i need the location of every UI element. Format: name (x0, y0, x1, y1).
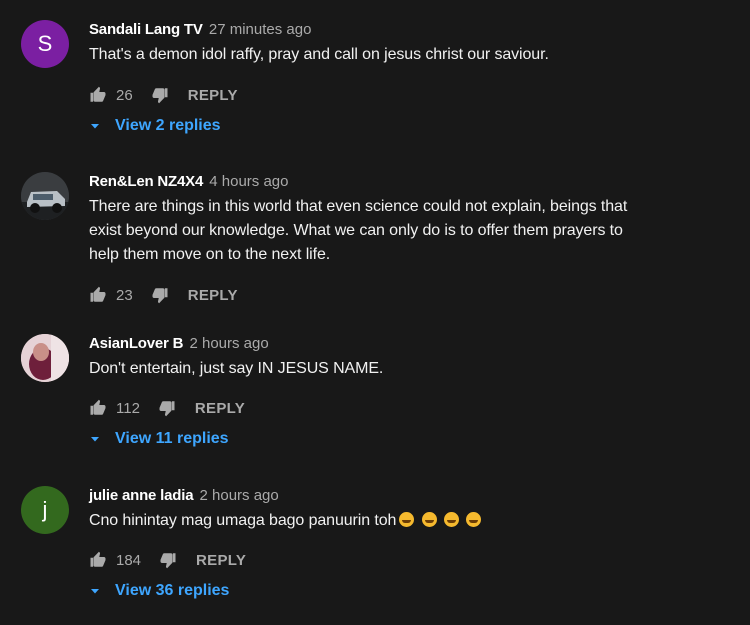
view-replies-button[interactable]: View 36 replies (89, 582, 229, 600)
thumbs-down-icon[interactable] (159, 551, 177, 569)
comment-text: That's a demon idol raffy, pray and call… (89, 43, 740, 67)
like-count: 184 (116, 551, 142, 569)
comment-actions: 112 REPLY (89, 396, 245, 420)
comment-text-line: help them move on to the next life. (89, 246, 331, 263)
thumbs-up-icon[interactable] (89, 399, 107, 417)
reply-button[interactable]: REPLY (196, 552, 246, 569)
thumbs-up-icon[interactable] (89, 86, 107, 104)
avatar[interactable] (21, 172, 69, 220)
comment-time[interactable]: 27 minutes ago (209, 21, 312, 38)
thumbs-down-icon[interactable] (151, 86, 169, 104)
comment-text-line: There are things in this world that even… (89, 198, 628, 215)
comment-text: Don't entertain, just say IN JESUS NAME. (89, 357, 740, 381)
comment-header: julie anne ladia 2 hours ago (89, 486, 740, 506)
chevron-down-icon (89, 585, 101, 597)
like-button[interactable]: 26 (89, 86, 133, 104)
comment-header: Sandali Lang TV 27 minutes ago (89, 20, 740, 40)
laughing-emoji-icon (421, 512, 437, 527)
avatar-letter: S (37, 31, 53, 56)
comment-header: AsianLover B 2 hours ago (89, 334, 740, 354)
like-count: 112 (116, 399, 140, 417)
thumbs-up-icon[interactable] (89, 286, 107, 304)
view-replies-label: View 2 replies (115, 117, 221, 134)
chevron-down-icon (89, 120, 101, 132)
like-count: 23 (116, 286, 133, 304)
laughing-emoji-icon (444, 512, 460, 527)
view-replies-label: View 36 replies (115, 582, 230, 599)
comment-actions: 23 REPLY (89, 283, 238, 307)
laughing-emoji-icon (466, 512, 482, 527)
chevron-down-icon (89, 433, 101, 445)
comment-text-line: exist beyond our knowledge. What we can … (89, 222, 623, 239)
author-name[interactable]: Sandali Lang TV (89, 21, 203, 38)
comment-text-line: Don't entertain, just say IN JESUS NAME. (89, 360, 384, 377)
comment-text: There are things in this world that even… (89, 195, 740, 267)
view-replies-button[interactable]: View 11 replies (89, 430, 229, 448)
view-replies-label: View 11 replies (115, 430, 229, 447)
like-button[interactable]: 184 (89, 551, 141, 569)
avatar-image (21, 172, 69, 220)
thumbs-down-icon[interactable] (158, 399, 176, 417)
like-button[interactable]: 112 (89, 399, 140, 417)
avatar[interactable]: j (21, 486, 69, 534)
comment-time[interactable]: 2 hours ago (200, 487, 279, 504)
author-name[interactable]: julie anne ladia (89, 487, 194, 504)
avatar[interactable] (21, 334, 69, 382)
comment-text-line: That's a demon idol raffy, pray and call… (89, 46, 549, 63)
avatar-letter: j (42, 497, 48, 522)
comment-text-line: Cno hinintay mag umaga bago panuurin toh (89, 512, 397, 529)
thumbs-up-icon[interactable] (89, 551, 107, 569)
comment-time[interactable]: 2 hours ago (189, 335, 268, 352)
reply-button[interactable]: REPLY (188, 287, 238, 304)
thumbs-down-icon[interactable] (151, 286, 169, 304)
like-button[interactable]: 23 (89, 286, 133, 304)
view-replies-button[interactable]: View 2 replies (89, 117, 221, 135)
avatar-image (21, 334, 69, 382)
reply-button[interactable]: REPLY (195, 400, 245, 417)
comment-header: Ren&Len NZ4X4 4 hours ago (89, 172, 740, 192)
reply-button[interactable]: REPLY (188, 87, 238, 104)
avatar[interactable]: S (21, 20, 69, 68)
author-name[interactable]: AsianLover B (89, 335, 183, 352)
comment-actions: 26 REPLY (89, 83, 238, 107)
like-count: 26 (116, 86, 133, 104)
comment-time[interactable]: 4 hours ago (209, 173, 288, 190)
comment-actions: 184 REPLY (89, 548, 246, 572)
smile-emoji-icon (399, 512, 415, 527)
comment-text: Cno hinintay mag umaga bago panuurin toh (89, 509, 740, 533)
author-name[interactable]: Ren&Len NZ4X4 (89, 173, 203, 190)
